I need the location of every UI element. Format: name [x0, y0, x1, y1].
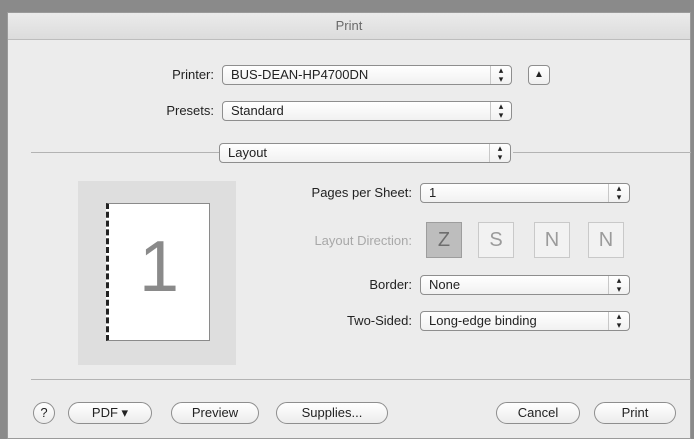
border-value: None — [429, 277, 461, 292]
divider-right — [513, 152, 691, 153]
print-button[interactable]: Print — [594, 402, 676, 424]
layout-direction-z-icon[interactable]: Z — [426, 222, 462, 258]
pages-per-sheet-label: Pages per Sheet: — [311, 185, 412, 200]
print-dialog: Print Printer: BUS-DEAN-HP4700DN ▴ ▾ ▲ Pr… — [7, 12, 691, 439]
two-sided-label: Two-Sided: — [346, 313, 412, 328]
popup-arrows-icon: ▴ ▾ — [608, 184, 629, 202]
help-button[interactable]: ? — [33, 402, 55, 424]
bottom-divider — [31, 379, 691, 380]
popup-arrows-icon: ▴ ▾ — [490, 102, 511, 120]
preview-page: 1 — [106, 203, 210, 341]
preview-page-number: 1 — [138, 227, 180, 307]
two-sided-value: Long-edge binding — [429, 313, 537, 328]
layout-direction-label: Layout Direction: — [314, 233, 412, 248]
two-sided-popup[interactable]: Long-edge binding ▴ ▾ — [420, 311, 630, 331]
layout-direction-n-reverse-icon[interactable]: N — [588, 222, 624, 258]
section-value: Layout — [228, 145, 268, 160]
popup-arrows-icon: ▴ ▾ — [490, 66, 511, 84]
border-popup[interactable]: None ▴ ▾ — [420, 275, 630, 295]
popup-arrows-icon: ▴ ▾ — [608, 312, 629, 330]
triangle-up-icon[interactable]: ▲ — [528, 65, 550, 85]
layout-direction-n-icon[interactable]: N — [534, 222, 570, 258]
divider-left — [31, 152, 219, 153]
printer-label: Printer: — [172, 67, 214, 82]
printer-value: BUS-DEAN-HP4700DN — [231, 67, 369, 82]
popup-arrows-icon: ▴ ▾ — [608, 276, 629, 294]
presets-label: Presets: — [166, 103, 214, 118]
section-popup[interactable]: Layout ▴ ▾ — [219, 143, 511, 163]
pdf-button[interactable]: PDF ▾ — [68, 402, 152, 424]
border-label: Border: — [369, 277, 412, 292]
layout-direction-s-icon[interactable]: S — [478, 222, 514, 258]
preview-button[interactable]: Preview — [171, 402, 259, 424]
window-title: Print — [8, 13, 690, 40]
pages-per-sheet-popup[interactable]: 1 ▴ ▾ — [420, 183, 630, 203]
supplies-button[interactable]: Supplies... — [276, 402, 388, 424]
page-preview: 1 — [78, 181, 236, 365]
pages-per-sheet-value: 1 — [429, 185, 437, 200]
cancel-button[interactable]: Cancel — [496, 402, 580, 424]
presets-popup[interactable]: Standard ▴ ▾ — [222, 101, 512, 121]
printer-popup[interactable]: BUS-DEAN-HP4700DN ▴ ▾ — [222, 65, 512, 85]
presets-value: Standard — [231, 103, 284, 118]
popup-arrows-icon: ▴ ▾ — [489, 144, 510, 162]
